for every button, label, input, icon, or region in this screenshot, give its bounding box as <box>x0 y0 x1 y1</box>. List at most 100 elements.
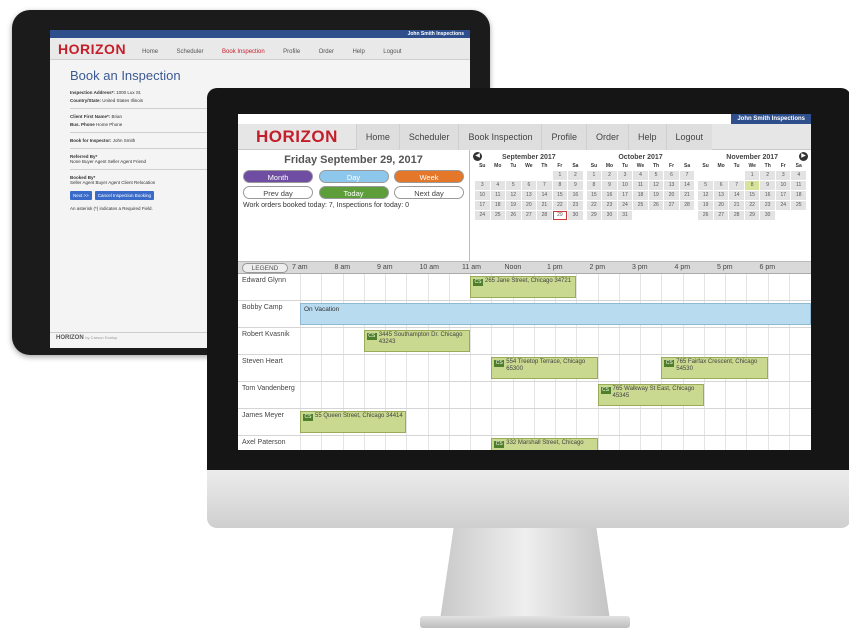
calendar-day[interactable]: 5 <box>648 171 664 180</box>
calendar-day[interactable]: 25 <box>791 201 806 210</box>
week-view-button[interactable]: Week <box>394 170 464 183</box>
tablet-nav-help[interactable]: Help <box>352 49 364 55</box>
calendar-day[interactable]: 26 <box>506 211 521 220</box>
calendar-day[interactable]: 22 <box>744 201 760 210</box>
calendar-day[interactable]: 2 <box>760 171 775 180</box>
calendar-day[interactable]: 1 <box>552 171 568 180</box>
calendar-day[interactable]: 2 <box>568 171 583 180</box>
calendar-day[interactable]: 15 <box>552 191 568 200</box>
calendar-day[interactable]: 3 <box>775 171 791 180</box>
nav-logout[interactable]: Logout <box>665 123 713 150</box>
calendar-day[interactable]: 15 <box>744 191 760 200</box>
calendar-day[interactable]: 17 <box>617 191 633 200</box>
appointment-block[interactable]: CS 3445 Southampton Dr. Chicago 43243 <box>363 330 470 352</box>
calendar-day[interactable]: 9 <box>568 181 583 190</box>
calendar-day[interactable]: 10 <box>475 191 490 200</box>
calendar-day[interactable]: 4 <box>490 181 506 190</box>
calendar-day[interactable]: 2 <box>602 171 617 180</box>
nav-order[interactable]: Order <box>586 123 629 150</box>
prev-month-icon[interactable]: ◀ <box>473 152 482 161</box>
nav-profile[interactable]: Profile <box>541 123 586 150</box>
tablet-nav-scheduler[interactable]: Scheduler <box>177 49 204 55</box>
calendar-day[interactable]: 20 <box>664 191 679 200</box>
calendar-day[interactable]: 26 <box>648 201 664 210</box>
calendar-day[interactable]: 31 <box>617 211 633 220</box>
appointment-block[interactable]: CS 554 Treetop Terrace, Chicago 65300 <box>491 357 598 379</box>
calendar-day[interactable]: 6 <box>664 171 679 180</box>
calendar-day[interactable]: 21 <box>537 201 552 210</box>
calendar-day[interactable]: 20 <box>713 201 729 210</box>
legend-button[interactable]: LEGEND <box>242 262 288 273</box>
calendar-day[interactable]: 7 <box>679 171 695 180</box>
calendar-day[interactable]: 12 <box>506 191 521 200</box>
next-month-icon[interactable]: ▶ <box>799 152 808 161</box>
calendar-day[interactable]: 22 <box>552 201 568 210</box>
calendar-day[interactable]: 18 <box>633 191 648 200</box>
calendar-day[interactable]: 5 <box>698 181 713 190</box>
calendar-day[interactable]: 25 <box>633 201 648 210</box>
appointment-block[interactable]: CS 765 Walkway St East, Chicago 45345 <box>597 384 704 406</box>
next-button[interactable]: Next >> <box>70 191 92 200</box>
calendar-day[interactable]: 21 <box>729 201 744 210</box>
next-day-button[interactable]: Next day <box>394 186 464 199</box>
appointment-block[interactable]: CS 265 Jane Street, Chicago 34721 <box>470 276 577 298</box>
tablet-nav-home[interactable]: Home <box>142 49 158 55</box>
calendar-day[interactable]: 24 <box>617 201 633 210</box>
calendar-day[interactable]: 8 <box>586 181 602 190</box>
calendar-day[interactable]: 11 <box>633 181 648 190</box>
calendar-day[interactable]: 20 <box>521 201 537 210</box>
calendar-day[interactable]: 10 <box>775 181 791 190</box>
calendar-day[interactable]: 10 <box>617 181 633 190</box>
calendar-day[interactable]: 23 <box>602 201 617 210</box>
calendar-day[interactable]: 4 <box>633 171 648 180</box>
cancel-booking-button[interactable]: Cancel Inspection Booking <box>94 191 155 200</box>
calendar-day[interactable]: 19 <box>698 201 713 210</box>
calendar-day[interactable]: 11 <box>791 181 806 190</box>
calendar-day[interactable]: 9 <box>602 181 617 190</box>
calendar-day[interactable]: 13 <box>664 181 679 190</box>
calendar-day[interactable]: 28 <box>729 211 744 220</box>
calendar-day[interactable]: 29 <box>552 211 568 220</box>
tablet-nav-logout[interactable]: Logout <box>383 49 401 55</box>
calendar-day[interactable]: 29 <box>586 211 602 220</box>
tablet-nav-order[interactable]: Order <box>319 49 334 55</box>
calendar-day[interactable]: 15 <box>586 191 602 200</box>
user-label[interactable]: John Smith Inspections <box>731 114 811 124</box>
calendar-day[interactable]: 23 <box>760 201 775 210</box>
today-button[interactable]: Today <box>318 186 389 199</box>
calendar-day[interactable]: 12 <box>698 191 713 200</box>
calendar-day[interactable]: 12 <box>648 181 664 190</box>
calendar-day[interactable]: 16 <box>568 191 583 200</box>
calendar-day[interactable]: 13 <box>713 191 729 200</box>
calendar-day[interactable]: 17 <box>775 191 791 200</box>
calendar-day[interactable]: 23 <box>568 201 583 210</box>
calendar-day[interactable]: 24 <box>775 201 791 210</box>
calendar-day[interactable]: 24 <box>475 211 490 220</box>
calendar-day[interactable]: 11 <box>490 191 506 200</box>
calendar-day[interactable]: 30 <box>760 211 775 220</box>
calendar-day[interactable]: 28 <box>537 211 552 220</box>
calendar-day[interactable]: 14 <box>679 181 695 190</box>
calendar-day[interactable]: 19 <box>506 201 521 210</box>
calendar-day[interactable]: 8 <box>744 181 760 190</box>
calendar-day[interactable]: 16 <box>760 191 775 200</box>
month-view-button[interactable]: Month <box>243 170 313 183</box>
calendar-day[interactable]: 14 <box>729 191 744 200</box>
calendar-day[interactable]: 19 <box>648 191 664 200</box>
calendar-day[interactable]: 7 <box>729 181 744 190</box>
nav-book-inspection[interactable]: Book Inspection <box>458 123 542 150</box>
calendar-day[interactable]: 6 <box>713 181 729 190</box>
calendar-day[interactable]: 18 <box>490 201 506 210</box>
app-logo[interactable]: HORIZON <box>238 127 356 147</box>
calendar-day[interactable]: 22 <box>586 201 602 210</box>
nav-help[interactable]: Help <box>628 123 666 150</box>
calendar-day[interactable]: 14 <box>537 191 552 200</box>
calendar-day[interactable]: 27 <box>713 211 729 220</box>
calendar-day[interactable]: 1 <box>744 171 760 180</box>
calendar-day[interactable]: 9 <box>760 181 775 190</box>
calendar-day[interactable]: 17 <box>475 201 490 210</box>
calendar-day[interactable]: 26 <box>698 211 713 220</box>
calendar-day[interactable]: 4 <box>791 171 806 180</box>
calendar-day[interactable]: 13 <box>521 191 537 200</box>
calendar-day[interactable]: 3 <box>617 171 633 180</box>
